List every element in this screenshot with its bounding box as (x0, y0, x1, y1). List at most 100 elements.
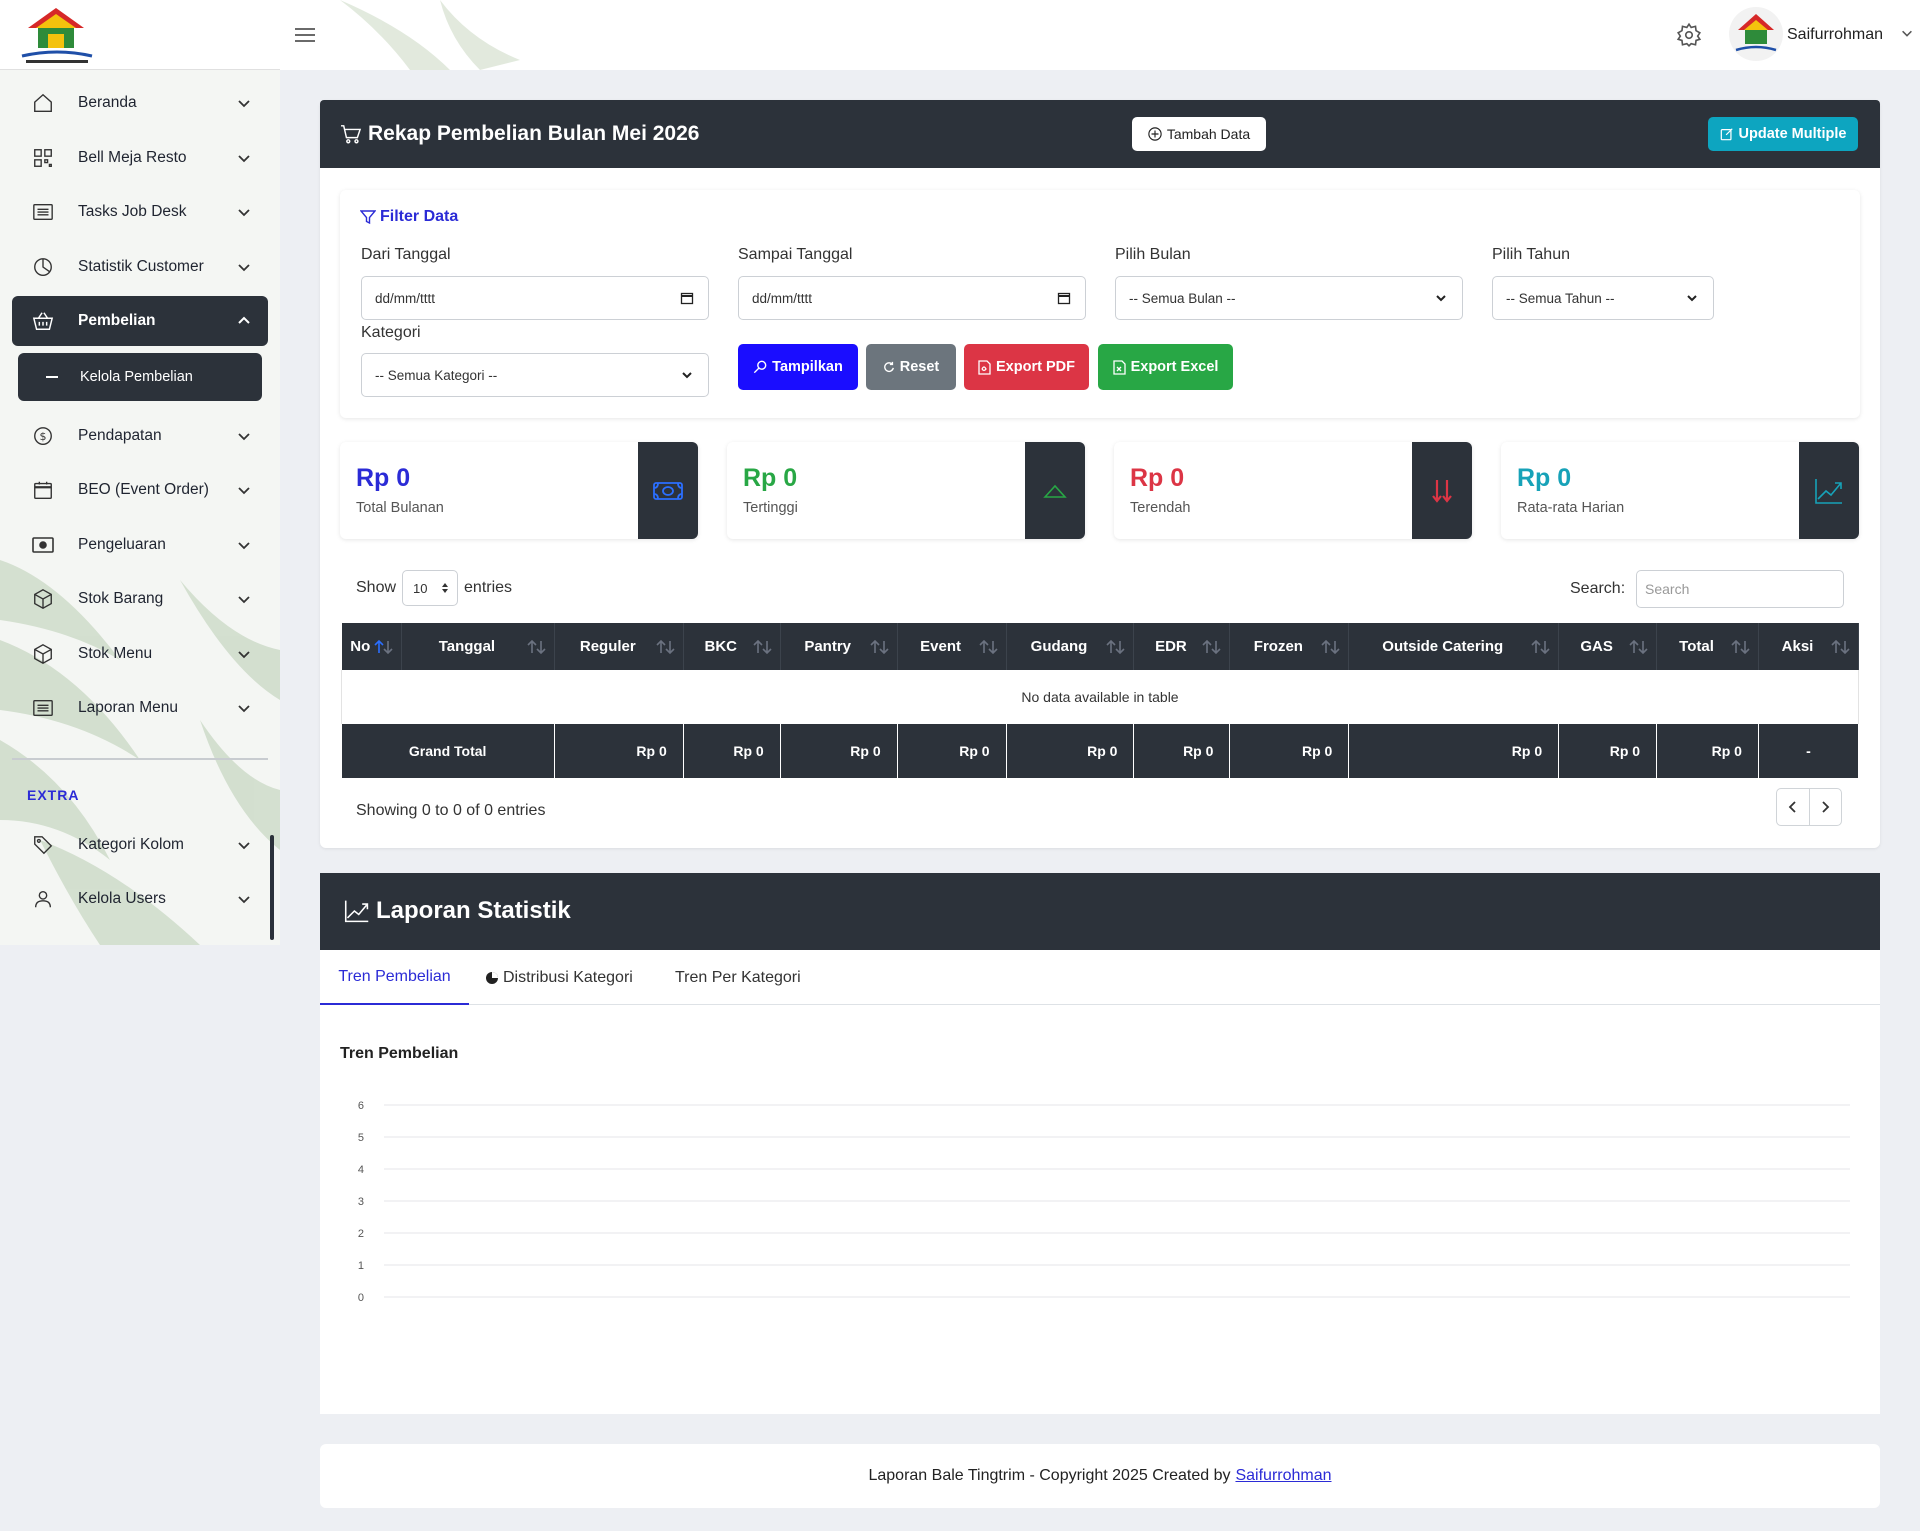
table-info: Showing 0 to 0 of 0 entries (356, 802, 546, 819)
dollar-icon: $ (28, 421, 58, 451)
export-excel-button[interactable]: Export Excel (1098, 344, 1233, 390)
file-pdf-icon (978, 359, 991, 375)
sidebar-item-label: Kelola Users (78, 890, 166, 907)
tab-label: Tren Per Kategori (675, 968, 801, 986)
trend-up-icon (1815, 478, 1842, 504)
sidebar-scrollbar[interactable] (270, 835, 274, 940)
sidebar-item-statistik-customer[interactable]: Statistik Customer (12, 242, 268, 292)
sampai-tanggal-input[interactable]: dd/mm/tttt (738, 276, 1086, 320)
column-label: Event (920, 638, 962, 655)
sidebar-item-label: Pembelian (78, 312, 156, 329)
sidebar-item-tasks-job-desk[interactable]: Tasks Job Desk (12, 187, 268, 237)
pilih-bulan-select[interactable]: -- Semua Bulan -- (1115, 276, 1463, 320)
sidebar-item-beranda[interactable]: Beranda (12, 78, 268, 128)
bale-tingtrim-logo[interactable] (18, 4, 96, 66)
dari-tanggal-placeholder: dd/mm/tttt (375, 290, 436, 306)
stat-caption: Tertinggi (743, 500, 798, 516)
sidebar-item-pengeluaran[interactable]: Pengeluaran (12, 520, 268, 570)
column-header[interactable]: No (341, 623, 402, 670)
stat-value: Rp 0 (1517, 464, 1572, 492)
column-label: Aksi (1781, 638, 1814, 655)
kategori-select[interactable]: -- Semua Kategori -- (361, 353, 709, 397)
kategori-label: Kategori (361, 324, 421, 341)
statistik-header: Laporan Statistik (320, 873, 1880, 950)
column-header[interactable]: Frozen (1229, 623, 1350, 670)
update-multiple-button[interactable]: Update Multiple (1708, 117, 1858, 151)
tab-tren-pembelian[interactable]: Tren Pembelian (320, 950, 469, 1005)
box-icon (28, 639, 58, 669)
total-cell: Rp 0 (1229, 724, 1350, 778)
sidebar-item-pendapatan[interactable]: $ Pendapatan (12, 411, 268, 461)
pilih-tahun-select[interactable]: -- Semua Tahun -- (1492, 276, 1714, 320)
column-header[interactable]: Reguler (554, 623, 684, 670)
chart-title: Tren Pembelian (340, 1045, 459, 1062)
funnel-icon (360, 210, 376, 225)
tambah-data-button[interactable]: Tambah Data (1132, 117, 1266, 151)
pilih-tahun-value: -- Semua Tahun -- (1506, 290, 1615, 306)
calendar-icon[interactable] (1057, 291, 1071, 305)
column-header[interactable]: GAS (1558, 623, 1658, 670)
search-input[interactable]: Search (1636, 570, 1844, 608)
column-header[interactable]: Outside Catering (1348, 623, 1560, 670)
search-label: Search: (1570, 580, 1626, 597)
pagination-next[interactable] (1810, 789, 1842, 825)
submenu-kelola-pembelian[interactable]: Kelola Pembelian (18, 353, 262, 401)
sidebar-item-bell-meja-resto[interactable]: Bell Meja Resto (12, 133, 268, 183)
chevron-down-icon (234, 535, 254, 555)
sidebar-item-kelola-users[interactable]: Kelola Users (12, 874, 268, 924)
gear-icon[interactable] (1676, 22, 1702, 48)
sidebar-item-stok-menu[interactable]: Stok Menu (12, 629, 268, 679)
tampilkan-button[interactable]: Tampilkan (738, 344, 858, 390)
column-header[interactable]: Event (897, 623, 1007, 670)
column-header[interactable]: BKC (683, 623, 781, 670)
user-icon (28, 884, 58, 914)
chevron-down-icon[interactable] (1900, 26, 1914, 40)
search-placeholder: Search (1645, 581, 1690, 597)
chevron-down-icon (234, 93, 254, 113)
sidebar-item-pembelian[interactable]: Pembelian (12, 296, 268, 346)
pagination (1776, 788, 1842, 826)
list-icon (28, 693, 58, 723)
table-header-row: No Tanggal Reguler BKC Pantry Event Guda… (341, 623, 1860, 670)
entries-length-select[interactable]: 10 (402, 570, 459, 606)
export-pdf-button[interactable]: Export PDF (964, 344, 1089, 390)
filter-title: Filter Data (360, 208, 458, 226)
column-header[interactable]: Pantry (780, 623, 898, 670)
chevron-down-icon (234, 889, 254, 909)
footer-author-link[interactable]: Saifurrohman (1235, 1467, 1331, 1485)
stat-card-total-bulanan: Rp 0 Total Bulanan (340, 442, 698, 539)
column-header[interactable]: EDR (1133, 623, 1231, 670)
topbar: Saifurrohman (280, 0, 1920, 70)
avatar[interactable] (1728, 6, 1784, 62)
chevron-down-icon (682, 372, 692, 379)
hamburger-menu-icon[interactable] (292, 22, 318, 48)
sidebar-item-beo[interactable]: BEO (Event Order) (12, 465, 268, 515)
sidebar-item-label: Bell Meja Resto (78, 149, 187, 166)
sort-icon (656, 639, 675, 655)
chevron-down-icon (234, 480, 254, 500)
user-name[interactable]: Saifurrohman (1787, 26, 1883, 44)
stat-caption: Terendah (1130, 500, 1191, 516)
stat-icon-box (1025, 442, 1085, 539)
grand-total-label: Grand Total (341, 724, 555, 778)
tab-label: Distribusi Kategori (503, 968, 633, 986)
sidebar-item-kategori-kolom[interactable]: Kategori Kolom (12, 820, 268, 870)
calendar-icon[interactable] (680, 291, 694, 305)
tab-distribusi-kategori[interactable]: Distribusi Kategori (485, 950, 633, 1005)
total-cell: Rp 0 (1656, 724, 1759, 778)
total-cell: Rp 0 (1006, 724, 1135, 778)
pagination-previous[interactable] (1777, 789, 1810, 825)
aksi-total-cell: - (1758, 724, 1860, 778)
dari-tanggal-input[interactable]: dd/mm/tttt (361, 276, 709, 320)
column-label: No (350, 638, 371, 655)
dash-icon (46, 376, 58, 378)
sidebar-item-laporan-menu[interactable]: Laporan Menu (12, 683, 268, 733)
sidebar-item-stok-barang[interactable]: Stok Barang (12, 574, 268, 624)
column-header[interactable]: Gudang (1006, 623, 1135, 670)
reset-button[interactable]: Reset (866, 344, 956, 390)
column-header[interactable]: Tanggal (401, 623, 555, 670)
y-tick-label: 1 (358, 1260, 364, 1272)
column-header[interactable]: Aksi (1758, 623, 1860, 670)
column-header[interactable]: Total (1656, 623, 1759, 670)
tab-tren-per-kategori[interactable]: Tren Per Kategori (675, 950, 801, 1005)
